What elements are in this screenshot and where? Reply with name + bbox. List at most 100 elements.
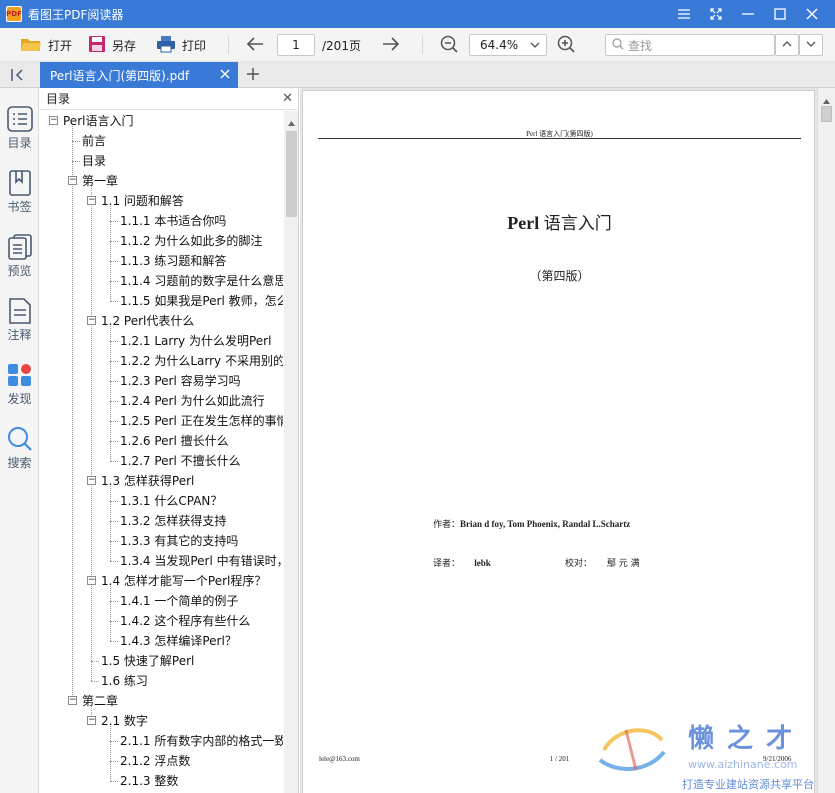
- menu-icon[interactable]: [668, 0, 700, 28]
- outline-item[interactable]: Perl语言入门: [63, 111, 133, 131]
- outline-item[interactable]: 1.2.6 Perl 擅长什么: [120, 431, 229, 451]
- rail-outline[interactable]: 目录: [0, 106, 39, 166]
- tree-guide-line: [72, 126, 73, 701]
- close-icon[interactable]: [796, 0, 828, 28]
- outline-item[interactable]: 1.1.4 习题前的数字是什么意思: [120, 271, 283, 291]
- outline-item[interactable]: 1.5 快速了解Perl: [101, 651, 194, 671]
- tree-connector: [91, 661, 99, 662]
- outline-item[interactable]: 1.4 怎样才能写一个Perl程序？: [101, 571, 266, 591]
- search-prev-button[interactable]: [775, 34, 799, 56]
- outline-item[interactable]: 1.4.1 一个简单的例子: [120, 591, 238, 611]
- outline-item[interactable]: 1.1.2 为什么如此多的脚注: [120, 231, 262, 251]
- rail-annotations[interactable]: 注释: [0, 298, 39, 358]
- zoom-out-button[interactable]: [440, 28, 458, 62]
- new-tab-button[interactable]: [246, 67, 260, 84]
- outline-item[interactable]: 1.2.4 Perl 为什么如此流行: [120, 391, 265, 411]
- document-scrollbar[interactable]: [817, 88, 835, 793]
- document-scroll-thumb[interactable]: [821, 106, 832, 122]
- outline-header: 目录 ✕: [40, 88, 298, 110]
- tree-connector: [110, 621, 118, 622]
- outline-item[interactable]: 1.2.5 Perl 正在发生怎样的事情: [120, 411, 283, 431]
- chevron-up-icon: [782, 38, 792, 52]
- collapse-toggle-icon[interactable]: −: [87, 316, 96, 325]
- outline-panel: 目录 ✕ − Perl语言入门 前言 目录 − 第一章 −1.1 问题和解答 1.1.1 本书…: [40, 88, 299, 793]
- outline-item[interactable]: 1.1.5 如果我是Perl 教师，怎么办: [120, 291, 283, 311]
- outline-item[interactable]: 2.1.2 浮点数: [120, 751, 190, 771]
- outline-item[interactable]: 1.1 问题和解答: [101, 191, 184, 211]
- open-button[interactable]: 打开: [20, 28, 72, 62]
- maximize-icon[interactable]: [764, 0, 796, 28]
- outline-item[interactable]: 第二章: [82, 691, 118, 711]
- prev-page-button[interactable]: [246, 28, 264, 62]
- rail-preview[interactable]: 预览: [0, 234, 39, 294]
- header-rule: [318, 138, 801, 139]
- rail-discover[interactable]: 发现: [0, 362, 39, 422]
- rail-bookmarks[interactable]: 书签: [0, 170, 39, 230]
- search-input[interactable]: 查找: [605, 34, 775, 56]
- tree-connector: [110, 741, 118, 742]
- outline-item[interactable]: 2.1.3 整数: [120, 771, 178, 791]
- outline-item[interactable]: 1.1.1 本书适合你吗: [120, 211, 226, 231]
- outline-item[interactable]: 1.3.4 当发现Perl 中有错误时，怎么办: [120, 551, 283, 571]
- tree-connector: [110, 541, 118, 542]
- panel-close-icon[interactable]: ✕: [282, 91, 293, 106]
- outline-item[interactable]: 1.2.7 Perl 不擅长什么: [120, 451, 241, 471]
- next-page-button[interactable]: [382, 28, 400, 62]
- outline-item[interactable]: 第一章: [82, 171, 118, 191]
- page-number-input[interactable]: 1: [277, 34, 315, 56]
- outline-item[interactable]: 1.2.1 Larry 为什么发明Perl: [120, 331, 271, 351]
- zoom-select[interactable]: 64.4%: [469, 34, 547, 56]
- tree-connector: [110, 361, 118, 362]
- outline-item[interactable]: 1.3.2 怎样获得支持: [120, 511, 226, 531]
- search-icon: [7, 427, 32, 451]
- app-title: 看图王PDF阅读器: [28, 7, 124, 22]
- zoom-in-button[interactable]: [557, 28, 575, 62]
- outline-scrollbar[interactable]: [284, 111, 298, 793]
- zoom-in-icon: [557, 35, 575, 56]
- print-button[interactable]: 打印: [156, 28, 206, 62]
- tree-connector: [110, 461, 118, 462]
- tree-connector: [110, 781, 118, 782]
- collapse-toggle-icon[interactable]: −: [87, 576, 96, 585]
- tab-close-icon[interactable]: [220, 68, 230, 82]
- scroll-up-icon[interactable]: [288, 115, 295, 129]
- outline-item[interactable]: 1.2 Perl代表什么: [101, 311, 194, 331]
- document-edition: （第四版）: [529, 269, 590, 283]
- outline-item[interactable]: 1.4.3 怎样编译Perl？: [120, 631, 237, 651]
- plus-icon: [246, 68, 260, 84]
- document-authors: 作者：Brian d foy, Tom Phoenix, Randal L.Sc…: [433, 519, 631, 530]
- collapse-toggle-icon[interactable]: −: [68, 696, 77, 705]
- collapse-toggle-icon[interactable]: −: [68, 176, 77, 185]
- toolbar-separator: [228, 36, 229, 54]
- collapse-toggle-icon[interactable]: −: [87, 476, 96, 485]
- collapse-toggle-icon[interactable]: −: [49, 116, 58, 125]
- collapse-sidebar-button[interactable]: [10, 67, 26, 86]
- outline-item[interactable]: 2.1.1 所有数字内部的格式一致: [120, 731, 283, 751]
- fullscreen-icon[interactable]: [700, 0, 732, 28]
- outline-item[interactable]: 2.1 数字: [101, 711, 148, 731]
- outline-item[interactable]: 1.1.3 练习题和解答: [120, 251, 226, 271]
- outline-item[interactable]: 前言: [82, 131, 106, 151]
- tree-connector: [110, 261, 118, 262]
- outline-item[interactable]: 1.4.2 这个程序有些什么: [120, 611, 250, 631]
- outline-item[interactable]: 1.2.2 为什么Larry 不采用别的语言: [120, 351, 283, 371]
- outline-item[interactable]: 1.3.3 有其它的支持吗: [120, 531, 238, 551]
- search-next-button[interactable]: [799, 34, 823, 56]
- outline-item[interactable]: 1.2.3 Perl 容易学习吗: [120, 371, 241, 391]
- scroll-up-icon[interactable]: [823, 93, 830, 107]
- outline-item[interactable]: 1.6 练习: [101, 671, 148, 691]
- outline-item[interactable]: 1.3 怎样获得Perl: [101, 471, 194, 491]
- outline-scroll-thumb[interactable]: [286, 131, 297, 217]
- rail-search[interactable]: 搜索: [0, 426, 39, 486]
- outline-item[interactable]: 1.3.1 什么CPAN？: [120, 491, 222, 511]
- tab-document[interactable]: Perl语言入门(第四版).pdf: [40, 62, 238, 88]
- left-rail: 目录 书签 预览 注释 发现 搜索: [0, 88, 39, 793]
- minimize-icon[interactable]: [732, 0, 764, 28]
- collapse-toggle-icon[interactable]: −: [87, 196, 96, 205]
- document-title: Perl 语言入门: [507, 213, 612, 234]
- outline-item[interactable]: 目录: [82, 151, 106, 171]
- search-icon: [612, 37, 624, 53]
- save-as-button[interactable]: 另存: [88, 28, 136, 62]
- collapse-toggle-icon[interactable]: −: [87, 716, 96, 725]
- tree-guide-line: [110, 726, 111, 781]
